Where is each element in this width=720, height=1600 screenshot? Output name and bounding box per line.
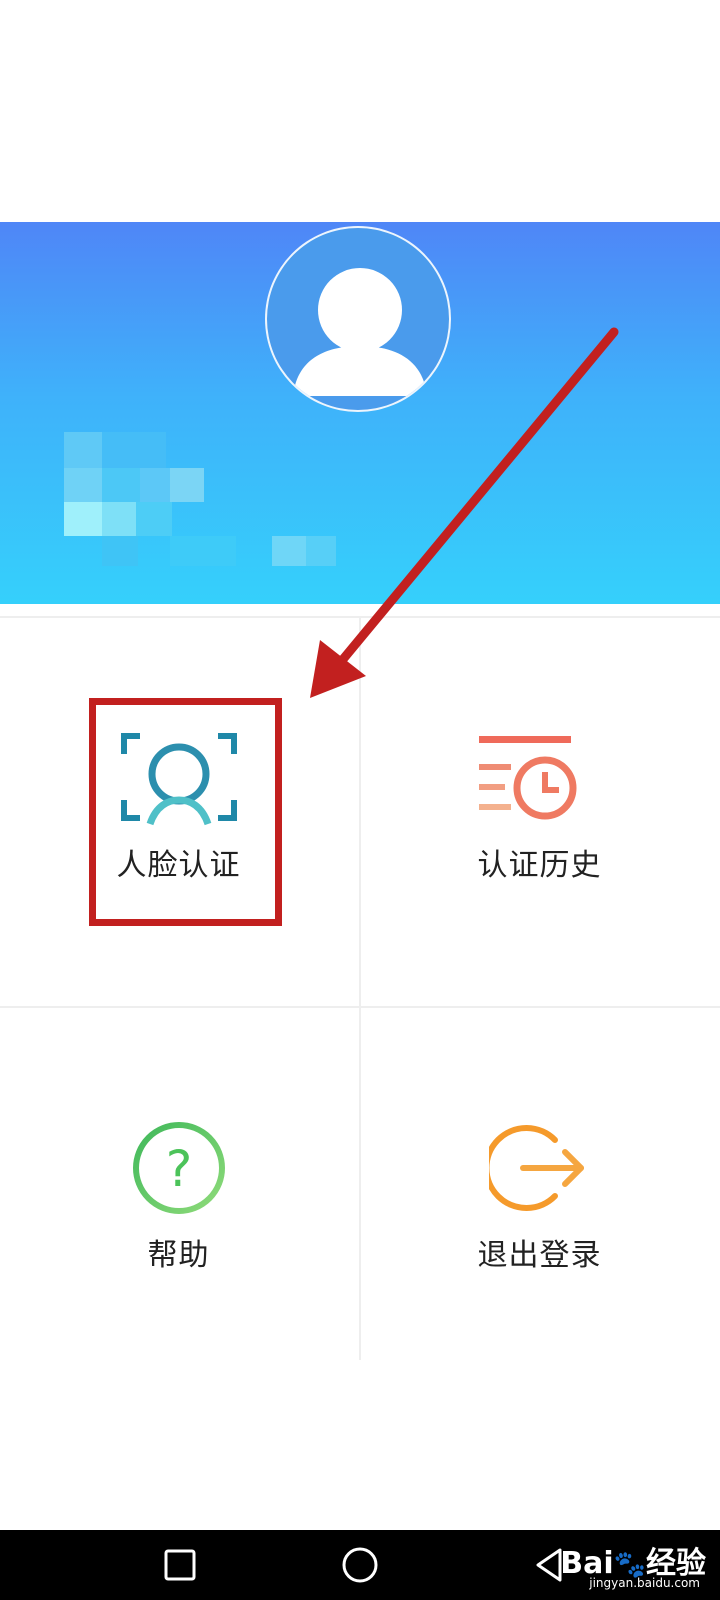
- circle-icon: [342, 1547, 378, 1583]
- help-circle-icon: ?: [133, 1122, 225, 1214]
- logout-tile[interactable]: 退出登录: [361, 1008, 718, 1393]
- logout-label: 退出登录: [477, 1238, 602, 1273]
- recent-apps-button[interactable]: [140, 1530, 220, 1600]
- square-icon: [164, 1549, 196, 1581]
- face-auth-tile[interactable]: 人脸认证: [0, 618, 357, 1003]
- user-avatar-icon[interactable]: [265, 226, 451, 412]
- help-tile[interactable]: ? 帮助: [0, 1008, 357, 1393]
- help-glyph: ?: [166, 1140, 193, 1198]
- auth-history-tile[interactable]: 认证历史: [361, 618, 718, 1003]
- home-button[interactable]: [320, 1530, 400, 1600]
- help-label: 帮助: [147, 1238, 210, 1273]
- face-scan-icon: [121, 733, 237, 826]
- history-clock-icon: [479, 736, 577, 820]
- profile-header: [0, 222, 720, 604]
- logout-icon: [489, 1125, 584, 1211]
- watermark-url: jingyan.baidu.com: [589, 1576, 700, 1590]
- face-auth-label: 人脸认证: [116, 848, 241, 883]
- auth-history-label: 认证历史: [477, 848, 602, 883]
- app-screen: 人脸认证 认证历史 ? 帮助 退出登录 Bai🐾经验 jingyan.baidu…: [0, 0, 720, 1600]
- system-nav-bar: Bai🐾经验 jingyan.baidu.com: [0, 1530, 720, 1600]
